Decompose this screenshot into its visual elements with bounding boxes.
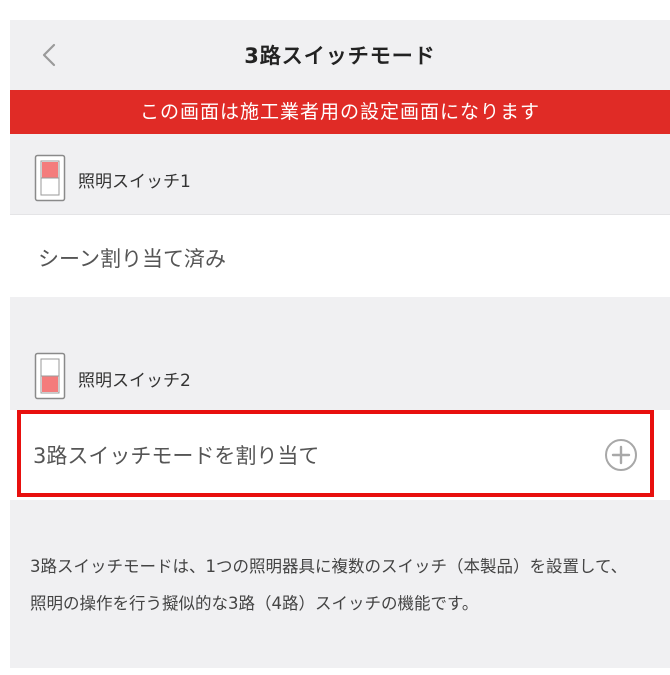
plus-circle-icon[interactable] [604,438,638,472]
assign-3way-mode-label: 3路スイッチモードを割り当て [33,444,320,468]
nav-bar: 3路スイッチモード [10,20,670,90]
warning-banner: この画面は施工業者用の設定画面になります [10,90,670,134]
switch-1-header: 照明スイッチ1 [10,134,670,214]
description-text: 3路スイッチモードは、1つの照明器具に複数のスイッチ（本製品）を設置して、照明の… [30,557,628,613]
rocker-switch-icon [34,154,66,206]
switch-2-header: 照明スイッチ2 [10,297,670,410]
switch-1-status: シーン割り当て済み [38,247,226,271]
screen: 3路スイッチモード この画面は施工業者用の設定画面になります 照明スイッチ1 シ… [0,0,670,675]
switch-1-status-row[interactable]: シーン割り当て済み [10,214,670,298]
assign-3way-mode-button[interactable]: 3路スイッチモードを割り当て [17,410,654,497]
switch-1-label: 照明スイッチ1 [78,172,191,192]
rocker-switch-icon [34,352,66,404]
switch-2-label: 照明スイッチ2 [78,371,191,391]
page-title: 3路スイッチモード [244,44,436,68]
